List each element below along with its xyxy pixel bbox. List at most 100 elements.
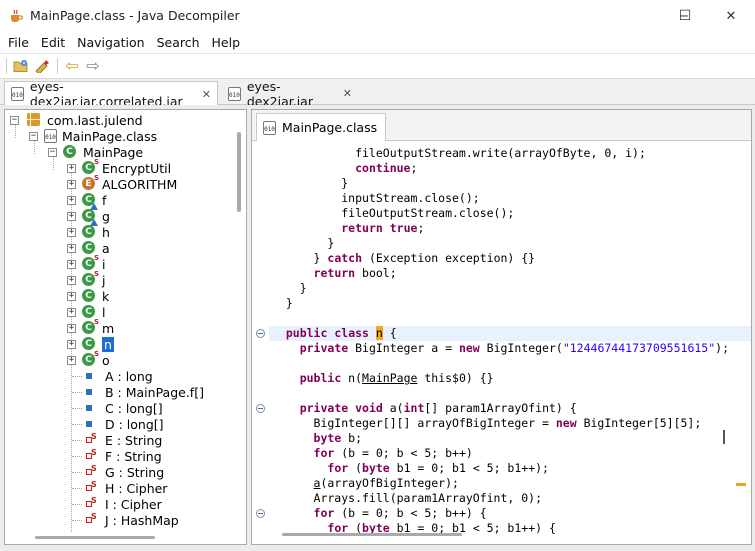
expand-icon[interactable]: + [67,179,76,189]
back-button[interactable]: ⇦ [62,56,82,76]
class-icon: C [82,337,95,350]
maximize-button[interactable]: ☐ [662,0,708,32]
tree-node-label: D : long[] [105,416,164,432]
tree-node-l[interactable]: + Cl [67,304,105,320]
expand-icon[interactable]: + [67,211,76,221]
expand-icon[interactable]: + [67,355,76,365]
tree-node-label: com.last.julend [47,112,143,128]
tree-node-g[interactable]: S G : String [72,464,164,480]
open-type-button[interactable] [32,56,52,76]
private-static-field-icon: S [85,448,97,461]
forward-button[interactable]: ⇨ [83,56,103,76]
tree-node-label: k [102,288,110,304]
menu-file[interactable]: File [2,35,35,50]
jar-tab-strip: 010 eyes-dex2jar.jar.correlated.jar ✕ 01… [0,78,755,109]
editor-tab-strip: 010 MainPage.class [252,110,751,141]
tree-node-h[interactable]: + Ch [67,224,110,240]
code-line: continue; [355,161,418,175]
tree-node-f[interactable]: S F : String [72,448,162,464]
fold-toggle-icon[interactable] [256,329,265,338]
tree-node-h[interactable]: S H : Cipher [72,480,168,496]
tree-node-j[interactable]: S J : HashMap [72,512,179,528]
close-tab-icon[interactable]: ✕ [343,87,352,100]
private-static-field-icon: S [85,432,97,445]
tree-node-i[interactable]: + C Si [67,254,105,272]
tree-node-d[interactable]: D : long[] [72,416,164,432]
expand-icon[interactable]: + [67,195,76,205]
expand-icon[interactable]: + [67,307,76,317]
tree-node-package[interactable]: − com.last.julend [10,112,143,128]
class-file-icon: 010 [44,129,57,143]
collapse-icon[interactable]: − [10,115,19,125]
fold-toggle-icon[interactable] [256,509,265,518]
field-icon [85,417,97,429]
tree-node-k[interactable]: + Ck [67,288,109,304]
overview-ruler-marker[interactable] [736,483,746,486]
forward-arrow-icon: ⇨ [86,55,100,75]
package-tree[interactable]: − com.last.julend − 010 MainPage.class −… [4,109,247,545]
tree-node-a[interactable]: + Ca [67,240,110,256]
code-line: } [272,176,349,190]
title-bar: MainPage.class - Java Decompiler ─ ☐ ✕ [0,0,755,32]
tree-node-label: H : Cipher [105,480,168,496]
java-cup-icon [11,9,24,22]
code-view[interactable]: fileOutputStream.write(arrayOfByte, 0, i… [252,143,751,543]
tree-node-i[interactable]: S I : Cipher [72,496,162,512]
tree-node-g[interactable]: + Cg [67,208,110,226]
tree-node-b[interactable]: B : MainPage.f[] [72,384,204,400]
collapse-icon[interactable]: − [48,147,57,157]
close-icon: ✕ [725,8,737,24]
tree-node-encryptutil[interactable]: + C S EncryptUtil [67,158,172,176]
expand-icon[interactable]: + [67,163,76,173]
tree-node-j[interactable]: + C Sj [67,270,105,288]
private-static-field-icon: S [85,512,97,525]
code-line: a(arrayOfBigInteger); [313,476,459,490]
tree-node-a[interactable]: A : long [72,368,153,384]
open-file-button[interactable] [11,56,31,76]
expand-icon[interactable]: + [67,339,76,349]
tab-mainpage-class[interactable]: 010 MainPage.class [256,113,387,141]
tree-node-f[interactable]: + Cf [67,192,106,210]
tree-node-class-file[interactable]: − 010 MainPage.class [29,128,157,144]
private-static-field-icon: S [85,480,97,493]
tree-node-e[interactable]: S E : String [72,432,163,448]
menu-search[interactable]: Search [151,35,206,50]
tree-node-m[interactable]: + C Sm [67,318,114,336]
close-tab-icon[interactable]: ✕ [202,88,211,101]
tree-node-o[interactable]: + C So [67,350,110,368]
code-line: private BigInteger a = new BigInteger("1… [299,341,730,355]
menu-navigation[interactable]: Navigation [71,35,150,50]
expand-icon[interactable]: + [67,227,76,237]
tree-node-n[interactable]: + Cn [67,336,114,352]
close-button[interactable]: ✕ [708,0,754,32]
code-vertical-scrollbar[interactable] [723,430,725,444]
tree-node-label: EncryptUtil [102,160,172,176]
code-line: fileOutputStream.close(); [272,206,515,220]
menu-help[interactable]: Help [206,35,247,50]
tree-node-label: n [102,336,114,352]
expand-icon[interactable]: + [67,291,76,301]
tree-node-label: C : long[] [105,400,163,416]
tree-node-algorithm[interactable]: + E S ALGORITHM [67,174,177,192]
menu-edit[interactable]: Edit [35,35,71,50]
tab-correlated-jar[interactable]: 010 eyes-dex2jar.jar.correlated.jar ✕ [4,79,218,109]
menu-bar: File Edit Navigation Search Help [0,32,755,53]
expand-icon[interactable]: + [67,275,76,285]
expand-icon[interactable]: + [67,323,76,333]
code-horizontal-scrollbar[interactable] [282,533,462,536]
tree-vertical-scrollbar[interactable] [237,132,241,212]
tree-node-label: E : String [105,432,163,448]
tree-horizontal-scrollbar[interactable] [35,536,155,539]
fold-toggle-icon[interactable] [256,404,265,413]
class-icon: C [63,145,76,158]
expand-icon[interactable]: + [67,243,76,253]
collapse-icon[interactable]: − [29,131,38,141]
tab-dex2jar-jar[interactable]: 010 eyes-dex2jar.jar ✕ [222,78,358,109]
tab-label: eyes-dex2jar.jar [246,78,313,109]
tree-node-label: h [102,224,110,240]
expand-icon[interactable]: + [67,259,76,269]
tree-node-c[interactable]: C : long[] [72,400,163,416]
code-line: private void a(int[] param1ArrayOfint) { [299,401,577,415]
code-line: for (byte b1 = 0; b1 < 5; b1++); [327,461,549,475]
class-icon: C [82,241,95,254]
